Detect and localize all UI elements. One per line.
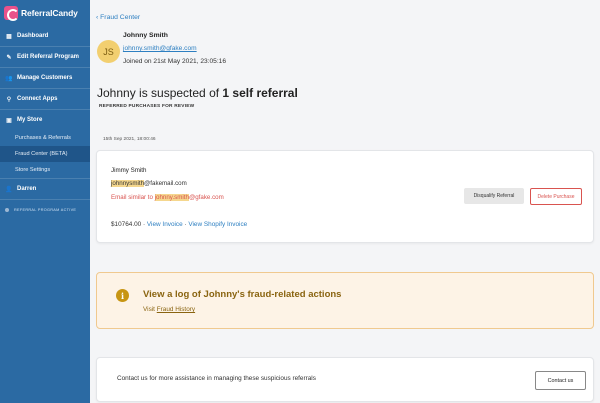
status-dot-icon (5, 208, 9, 212)
sidebar-item-connect-apps[interactable]: ⚲ Connect Apps (0, 89, 90, 109)
fraud-log-title: View a log of Johnny's fraud-related act… (143, 289, 342, 300)
headline-prefix: Johnny is suspected of (97, 86, 223, 100)
program-status: REFERRAL PROGRAM ACTIVE (0, 200, 90, 220)
brand[interactable]: ReferralCandy (0, 0, 90, 26)
purchase-timestamp: 15th Sep 2021, 18:00:46 (103, 137, 156, 142)
section-heading: REFERRED PURCHASES FOR REVIEW (99, 104, 195, 109)
users-icon: 👥 (5, 75, 13, 82)
back-link-label: Fraud Center (100, 14, 141, 21)
avatar: JS (97, 40, 120, 63)
info-icon: i (116, 289, 129, 302)
warning-prefix: Email similar to (111, 194, 155, 201)
headline-count: 1 self referral (222, 86, 298, 100)
sidebar-item-edit-referral-program[interactable]: ✎ Edit Referral Program (0, 47, 90, 67)
sidebar: ReferralCandy ▦ Dashboard ✎ Edit Referra… (0, 0, 90, 403)
dashboard-icon: ▦ (6, 33, 12, 40)
warning-match-highlight: johnny.smith (154, 194, 189, 201)
disqualify-referral-button[interactable]: Disqualify Referral (464, 188, 524, 204)
sidebar-item-label: Connect Apps (17, 96, 58, 102)
delete-purchase-button[interactable]: Delete Purchase (530, 188, 582, 205)
sidebar-sub-fraud-center[interactable]: Fraud Center (BETA) (0, 146, 90, 162)
sidebar-item-account[interactable]: 👤 Darren (0, 179, 90, 199)
warning-domain: @gfake.com (188, 194, 224, 201)
main-content: ‹ Fraud Center JS Johnny Smith johnny.sm… (90, 0, 600, 403)
purchase-amount: $10764.00 (111, 221, 142, 228)
view-shopify-invoice-link[interactable]: View Shopify Invoice (188, 221, 247, 228)
page-title: Johnny is suspected of 1 self referral (97, 86, 298, 100)
referred-name: Jimmy Smith (111, 167, 147, 174)
sidebar-item-label: Dashboard (17, 33, 49, 39)
sidebar-item-manage-customers[interactable]: 👥 Manage Customers (0, 68, 90, 88)
user-icon: 👤 (5, 186, 13, 193)
sidebar-item-dashboard[interactable]: ▦ Dashboard (0, 26, 90, 46)
sidebar-item-label: Edit Referral Program (17, 54, 80, 60)
contact-us-button[interactable]: Contact us (535, 371, 586, 390)
plug-icon: ⚲ (6, 96, 12, 103)
sidebar-item-label: Manage Customers (17, 75, 73, 81)
joined-date: Joined on 21st May 2021, 23:05:16 (123, 58, 227, 65)
brand-name: ReferralCandy (21, 8, 78, 18)
referralcandy-logo-icon (4, 6, 19, 21)
referred-email: johnnysmith@fakemail.com (111, 180, 187, 187)
sidebar-item-label: My Store (17, 117, 43, 123)
sidebar-item-my-store[interactable]: ▣ My Store (0, 110, 90, 130)
view-invoice-link[interactable]: View Invoice (147, 221, 183, 228)
fraud-history-link[interactable]: Fraud History (157, 306, 195, 313)
sidebar-item-label: Darren (17, 186, 37, 192)
fraud-log-banner: i View a log of Johnny's fraud-related a… (96, 272, 594, 329)
purchase-amount-row: $10764.00 · View Invoice · View Shopify … (111, 221, 247, 228)
fraud-log-visit: Visit Fraud History (143, 306, 195, 313)
email-domain: @fakemail.com (144, 180, 187, 187)
email-match-highlight: johnnysmith (111, 180, 145, 187)
back-link[interactable]: ‹ Fraud Center (96, 14, 140, 21)
sidebar-sub-store-settings[interactable]: Store Settings (0, 162, 90, 178)
user-email-link[interactable]: johnny.smith@gfake.com (123, 45, 197, 52)
contact-text: Contact us for more assistance in managi… (117, 375, 316, 382)
contact-card: Contact us for more assistance in managi… (96, 357, 594, 402)
store-icon: ▣ (6, 117, 12, 124)
visit-label: Visit (143, 306, 157, 313)
program-status-label: REFERRAL PROGRAM ACTIVE (14, 208, 77, 212)
edit-icon: ✎ (6, 54, 12, 61)
sidebar-sub-purchases-referrals[interactable]: Purchases & Referrals (0, 130, 90, 146)
referral-card: Jimmy Smith johnnysmith@fakemail.com Ema… (96, 150, 594, 243)
user-name: Johnny Smith (123, 32, 168, 39)
similarity-warning: Email similar to johnny.smith@gfake.com (111, 194, 224, 201)
